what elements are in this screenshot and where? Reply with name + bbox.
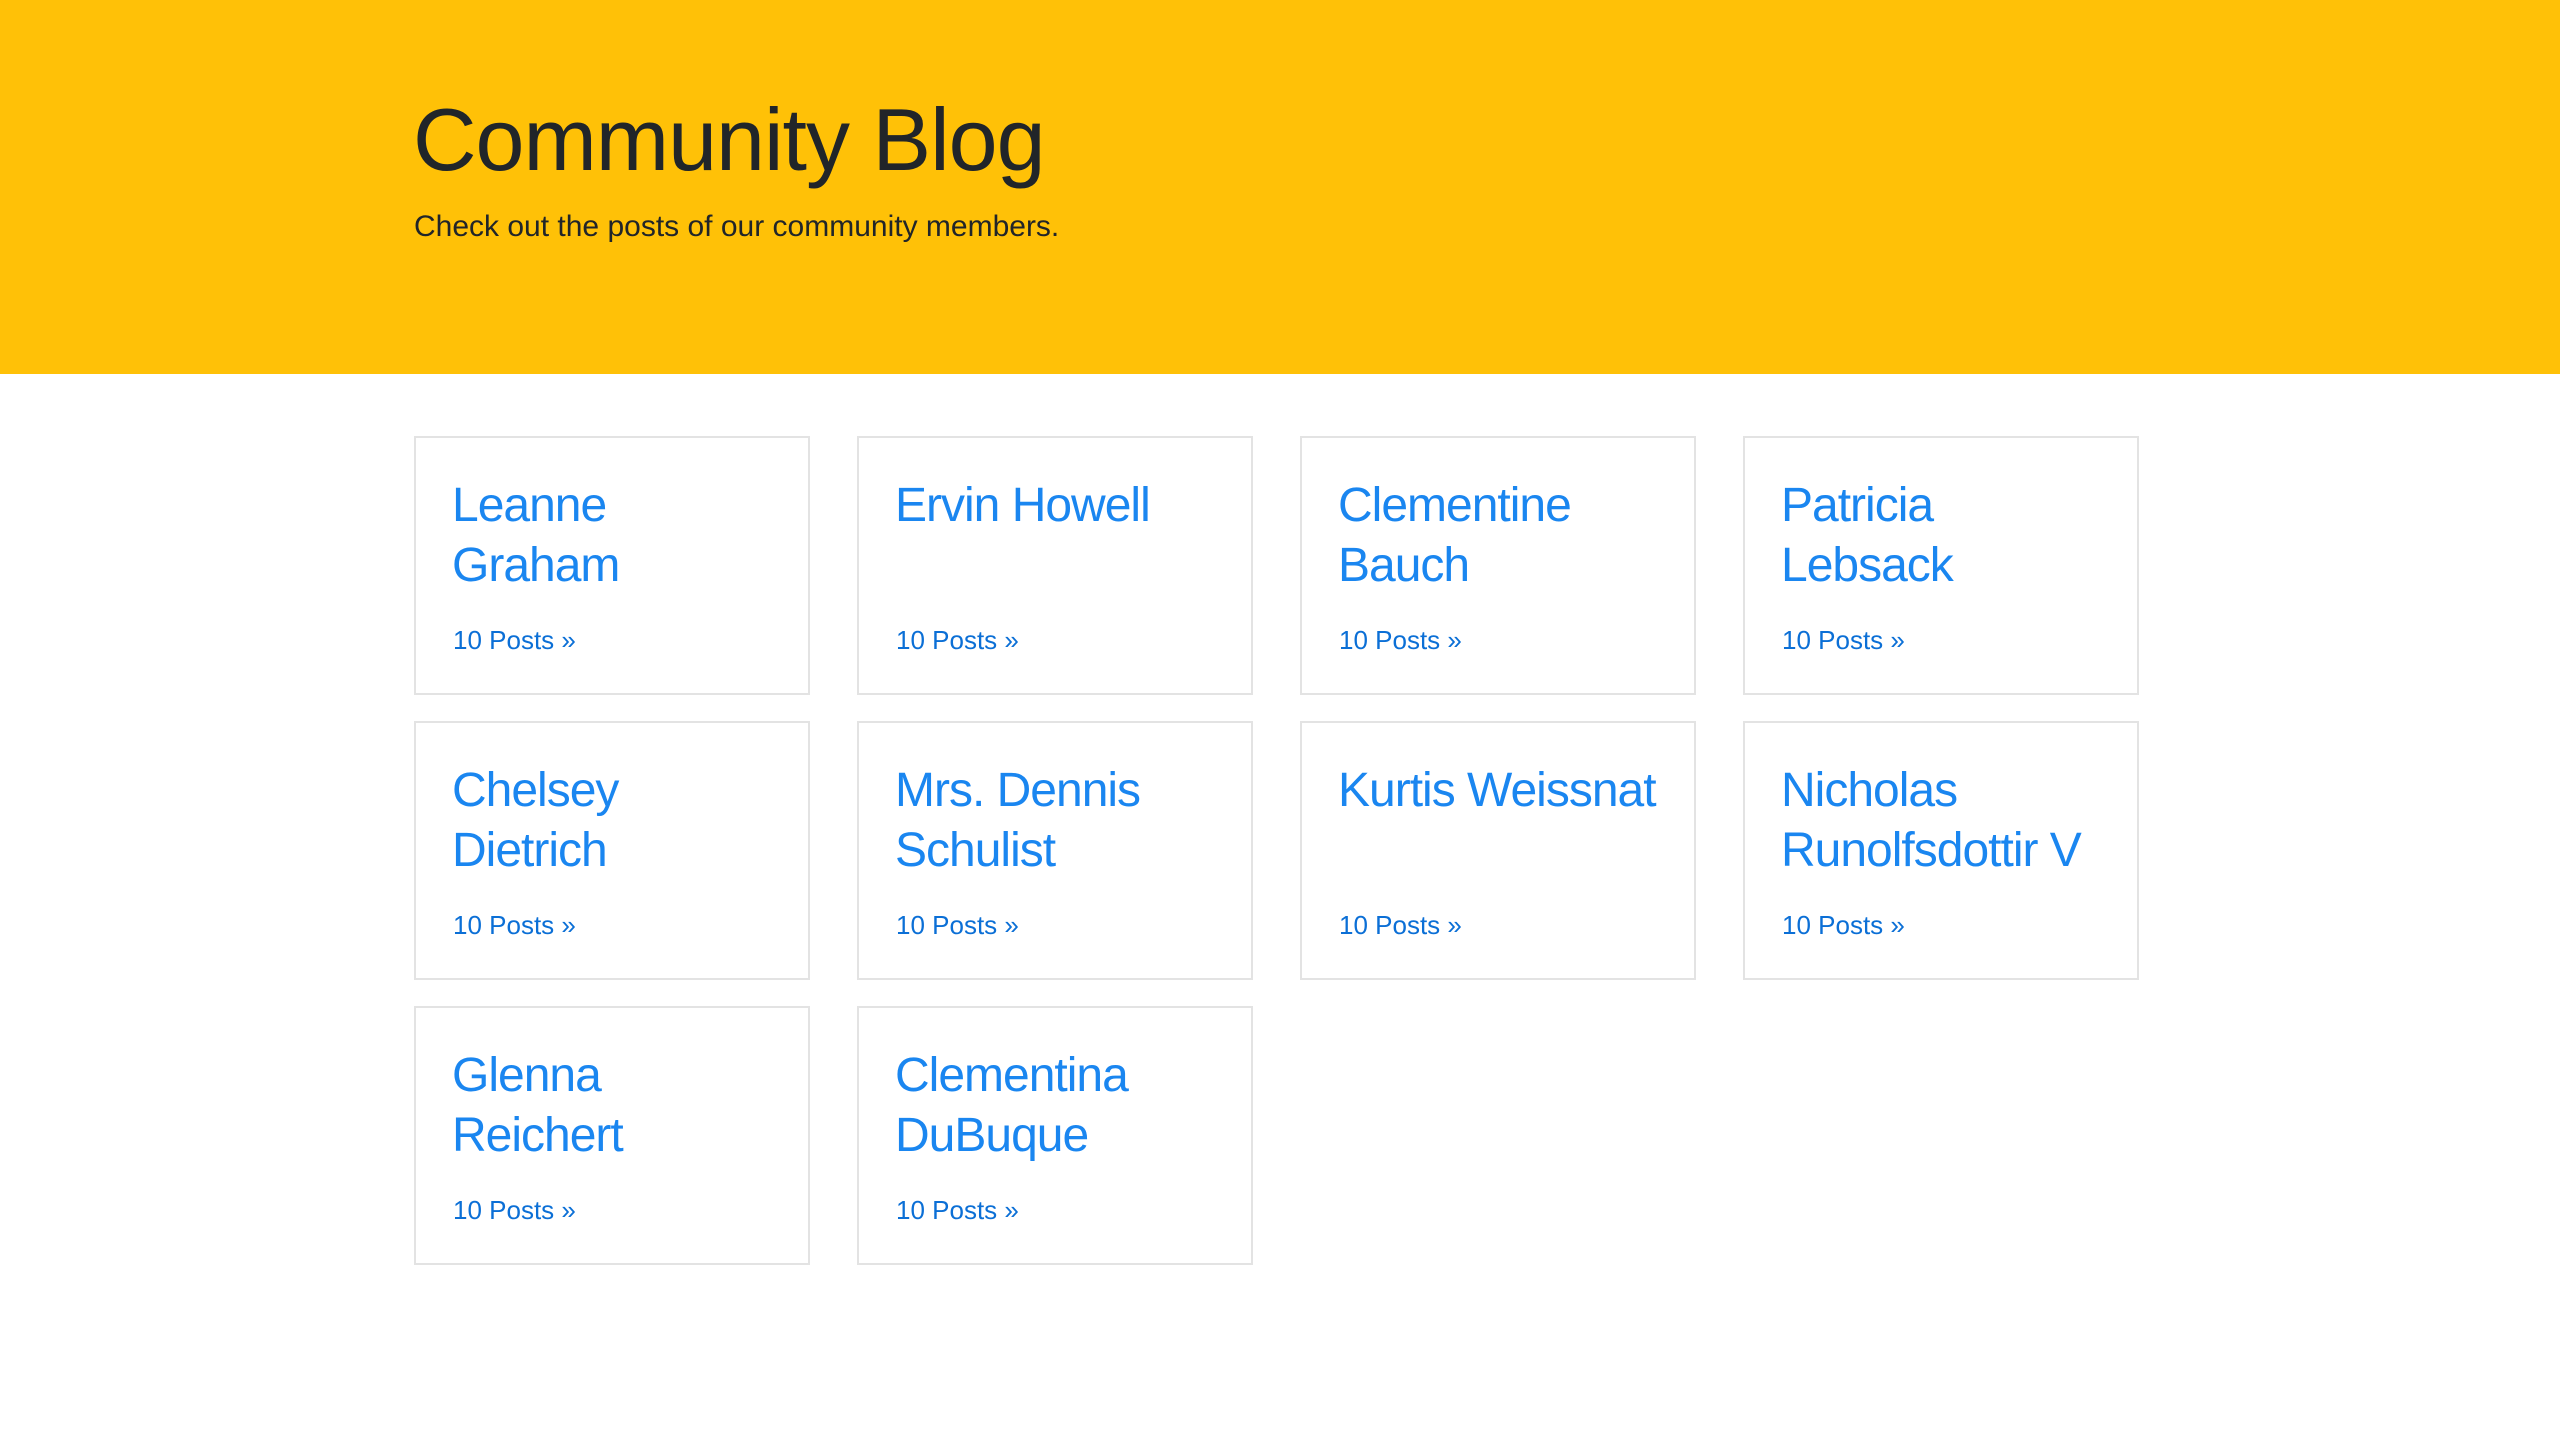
author-name[interactable]: Clementina DuBuque [895,1046,1225,1166]
author-name[interactable]: Leanne Graham [452,476,782,596]
author-card[interactable]: Chelsey Dietrich 10 Posts » [414,721,810,980]
author-card[interactable]: Kurtis Weissnat 10 Posts » [1300,721,1696,980]
author-card[interactable]: Mrs. Dennis Schulist 10 Posts » [857,721,1253,980]
author-name[interactable]: Glenna Reichert [452,1046,782,1166]
posts-link[interactable]: 10 Posts » [1782,907,1905,943]
posts-link[interactable]: 10 Posts » [1339,622,1462,658]
author-name[interactable]: Patricia Lebsack [1781,476,2111,596]
posts-link[interactable]: 10 Posts » [896,1192,1019,1228]
author-card[interactable]: Clementina DuBuque 10 Posts » [857,1006,1253,1265]
author-name[interactable]: Chelsey Dietrich [452,761,782,881]
author-card[interactable]: Clementine Bauch 10 Posts » [1300,436,1696,695]
page-title: Community Blog [413,90,1046,189]
author-name[interactable]: Nicholas Runolfsdottir V [1781,761,2111,881]
author-card[interactable]: Ervin Howell 10 Posts » [857,436,1253,695]
hero-banner: Community Blog Check out the posts of ou… [0,0,2560,374]
posts-link[interactable]: 10 Posts » [1782,622,1905,658]
author-name[interactable]: Clementine Bauch [1338,476,1668,596]
author-card[interactable]: Glenna Reichert 10 Posts » [414,1006,810,1265]
posts-link[interactable]: 10 Posts » [453,1192,576,1228]
posts-link[interactable]: 10 Posts » [896,622,1019,658]
author-card[interactable]: Leanne Graham 10 Posts » [414,436,810,695]
posts-link[interactable]: 10 Posts » [453,907,576,943]
posts-link[interactable]: 10 Posts » [453,622,576,658]
author-name[interactable]: Mrs. Dennis Schulist [895,761,1225,881]
author-grid: Leanne Graham 10 Posts » Ervin Howell 10… [414,436,2142,1265]
posts-link[interactable]: 10 Posts » [1339,907,1462,943]
author-name[interactable]: Ervin Howell [895,476,1225,536]
posts-link[interactable]: 10 Posts » [896,907,1019,943]
author-card[interactable]: Nicholas Runolfsdottir V 10 Posts » [1743,721,2139,980]
author-name[interactable]: Kurtis Weissnat [1338,761,1668,821]
author-card[interactable]: Patricia Lebsack 10 Posts » [1743,436,2139,695]
page-subtitle: Check out the posts of our community mem… [414,210,1060,243]
